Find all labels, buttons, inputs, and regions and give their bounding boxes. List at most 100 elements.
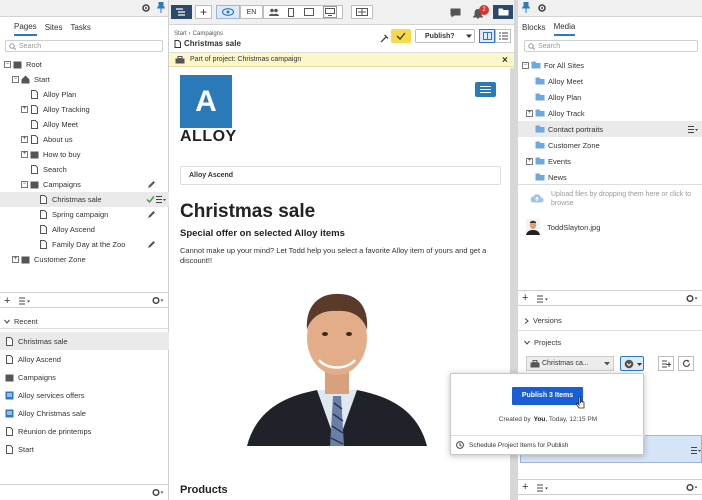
tree-item-family-day[interactable]: Family Day at the Zoo [0,237,169,252]
upload-dropzone[interactable]: Upload files by dropping them here or cl… [526,190,702,210]
list-menu-icon[interactable] [19,297,31,305]
tab-sites[interactable]: Sites [45,20,63,35]
tree-item-alloy-meet[interactable]: Alloy Meet [0,117,169,132]
on-page-edit-button[interactable] [479,29,495,43]
assets-toggle-button[interactable] [493,5,513,19]
tab-tasks[interactable]: Tasks [70,20,90,35]
list-menu-icon[interactable] [537,295,549,303]
hamburger-menu-button[interactable] [475,82,496,97]
pencil-icon[interactable] [147,210,156,219]
add-icon[interactable]: + [522,481,528,493]
expand-icon[interactable]: + [526,109,533,117]
recent-item[interactable]: Christmas sale [0,332,169,350]
tree-item-customer-zone[interactable]: + Customer Zone [0,252,169,267]
ready-status[interactable] [391,29,411,43]
compare-button[interactable] [351,5,373,19]
versions-header[interactable]: Versions [524,316,562,325]
refresh-button[interactable] [678,356,694,371]
add-icon[interactable]: + [522,292,528,304]
publish-items-button[interactable]: Publish 3 Items [512,387,583,405]
recent-item[interactable]: Alloy Christmas sale [0,404,169,422]
add-icon[interactable]: + [4,295,10,307]
folder-icon [535,93,545,102]
folder-item-events[interactable]: + Events [518,153,702,169]
tree-item-about-us[interactable]: + About us [0,132,169,147]
gear-icon[interactable] [537,3,547,13]
schedule-publish-item[interactable]: Schedule Project Items for Publish [456,441,568,449]
list-menu-icon[interactable] [537,484,549,492]
pin-icon[interactable] [157,2,165,13]
project-icon [175,55,185,64]
gear-icon[interactable] [141,3,151,13]
context-menu-icon[interactable] [691,446,701,455]
recent-header[interactable]: Recent [4,317,38,326]
tree-item-campaigns[interactable]: − Campaigns [0,177,169,192]
folder-item-customer-zone[interactable]: Customer Zone [518,137,702,153]
tools-icon[interactable] [380,34,389,43]
project-options-button[interactable] [620,356,644,371]
context-menu-icon[interactable] [688,125,698,134]
recent-item[interactable]: Start [0,440,169,458]
visitor-group-icon [268,8,279,16]
tree-item-alloy-tracking[interactable]: + Alloy Tracking [0,102,169,117]
tree-item-start[interactable]: − Start [0,72,169,87]
expand-icon[interactable]: + [526,157,533,165]
tree-item-root[interactable]: − Root [0,57,169,72]
tree-item-alloy-ascend[interactable]: Alloy Ascend [0,222,169,237]
collapse-icon[interactable]: − [12,76,19,83]
folder-item-contact-portraits[interactable]: Contact portraits [518,121,702,137]
expand-icon[interactable]: + [21,151,28,158]
nav-item-alloy-ascend[interactable]: Alloy Ascend [180,166,501,185]
page-icon [30,135,39,144]
tree-item-how-to-buy[interactable]: + How to buy [0,147,169,162]
recent-item[interactable]: Réunion de printemps [0,422,169,440]
tab-media[interactable]: Media [553,19,576,36]
folder-item-alloy-track[interactable]: + Alloy Track [518,105,702,121]
project-items-button[interactable] [658,356,674,371]
expand-icon[interactable]: + [21,136,28,143]
folder-item-alloy-plan[interactable]: Alloy Plan [518,89,702,105]
alloy-logo-mark[interactable]: A [180,75,232,128]
pencil-icon[interactable] [147,240,156,249]
recent-item[interactable]: Alloy services offers [0,386,169,404]
collapse-icon[interactable]: − [522,61,529,69]
pane-toggle-button[interactable] [171,5,192,19]
gear-icon[interactable] [152,296,164,305]
expand-icon[interactable]: + [12,256,19,263]
expand-icon[interactable]: + [21,106,28,113]
recent-item[interactable]: Campaigns [0,368,169,386]
tab-pages[interactable]: Pages [14,19,37,36]
project-select[interactable]: Christmas ca... [526,356,614,371]
collapse-icon[interactable]: − [4,61,11,68]
preview-button[interactable] [216,5,240,19]
tree-item-alloy-plan[interactable]: Alloy Plan [0,87,169,102]
visitor-device-group[interactable] [263,5,343,19]
recent-item[interactable]: Alloy Ascend [0,350,169,368]
list-add-icon [661,360,671,368]
add-button[interactable]: + [195,5,212,19]
pin-icon[interactable] [522,2,530,13]
media-file-item[interactable]: ToddSlayton.jpg [526,218,702,236]
tree-item-christmas-sale[interactable]: Christmas sale [0,192,169,207]
pencil-icon[interactable] [147,180,156,189]
gear-icon[interactable] [686,294,698,303]
projects-header[interactable]: Projects [524,338,561,347]
all-properties-button[interactable] [495,29,511,43]
language-button[interactable]: EN [240,5,263,19]
tree-item-search[interactable]: Search [0,162,169,177]
folder-item-for-all-sites[interactable]: − For All Sites [518,57,702,73]
collapse-icon[interactable]: − [21,181,28,188]
close-icon[interactable]: × [502,55,508,66]
publish-button[interactable]: Publish? [415,29,475,43]
media-search-input[interactable]: Search [524,40,698,52]
tree-item-spring-campaign[interactable]: Spring campaign [0,207,169,222]
gear-icon[interactable] [152,488,164,497]
folder-item-news[interactable]: News [518,169,702,185]
comments-icon[interactable] [450,8,461,18]
tab-blocks[interactable]: Blocks [522,20,546,35]
folder-item-alloy-meet[interactable]: Alloy Meet [518,73,702,89]
page-search-input[interactable]: Search [5,40,163,52]
list-icon [498,32,508,40]
gear-icon[interactable] [686,483,698,492]
context-menu-icon[interactable] [156,195,166,204]
